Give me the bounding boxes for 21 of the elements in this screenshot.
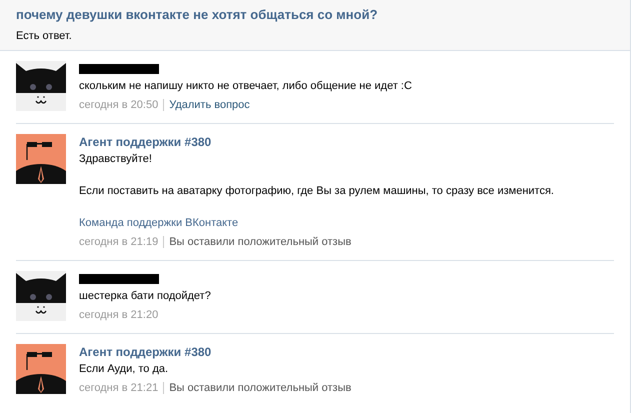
message-time: сегодня в 21:21 bbox=[79, 381, 158, 396]
signature-link[interactable]: Команда поддержки ВКонтакте bbox=[79, 215, 238, 231]
message-time: сегодня в 21:20 bbox=[79, 308, 158, 323]
question-status: Есть ответ. bbox=[16, 29, 73, 44]
author-link[interactable]: Агент поддержки #380 bbox=[79, 134, 554, 150]
message-text: Если Ауди, то да. bbox=[79, 362, 170, 377]
feedback-note: Вы оставили положительный отзыв bbox=[169, 235, 352, 250]
message-time: сегодня в 21:19 bbox=[79, 235, 158, 250]
question-title: почему девушки вконтакте не хотят общаться со мной? bbox=[16, 6, 379, 24]
message-text: Здравствуйте! bbox=[79, 152, 153, 167]
delete-question-link[interactable]: Удалить вопрос bbox=[169, 97, 250, 113]
message-text: скольким не напишу никто не отвечает, либо общение не идет :С bbox=[79, 79, 412, 94]
feedback-note: Вы оставили положительный отзыв bbox=[169, 381, 352, 396]
message-text: Если поставить на аватарку фотографию, где Вы за рулем машины, то сразу все изменится. bbox=[79, 184, 554, 199]
author-link[interactable]: Агент поддержки #380 bbox=[79, 344, 352, 360]
avatar-icon bbox=[16, 134, 66, 184]
avatar-icon bbox=[16, 271, 66, 321]
message-text: шестерка бати подойдет? bbox=[79, 289, 211, 304]
avatar-icon bbox=[16, 344, 66, 394]
avatar-icon bbox=[16, 61, 66, 111]
message-time: сегодня в 20:50 bbox=[79, 98, 158, 113]
